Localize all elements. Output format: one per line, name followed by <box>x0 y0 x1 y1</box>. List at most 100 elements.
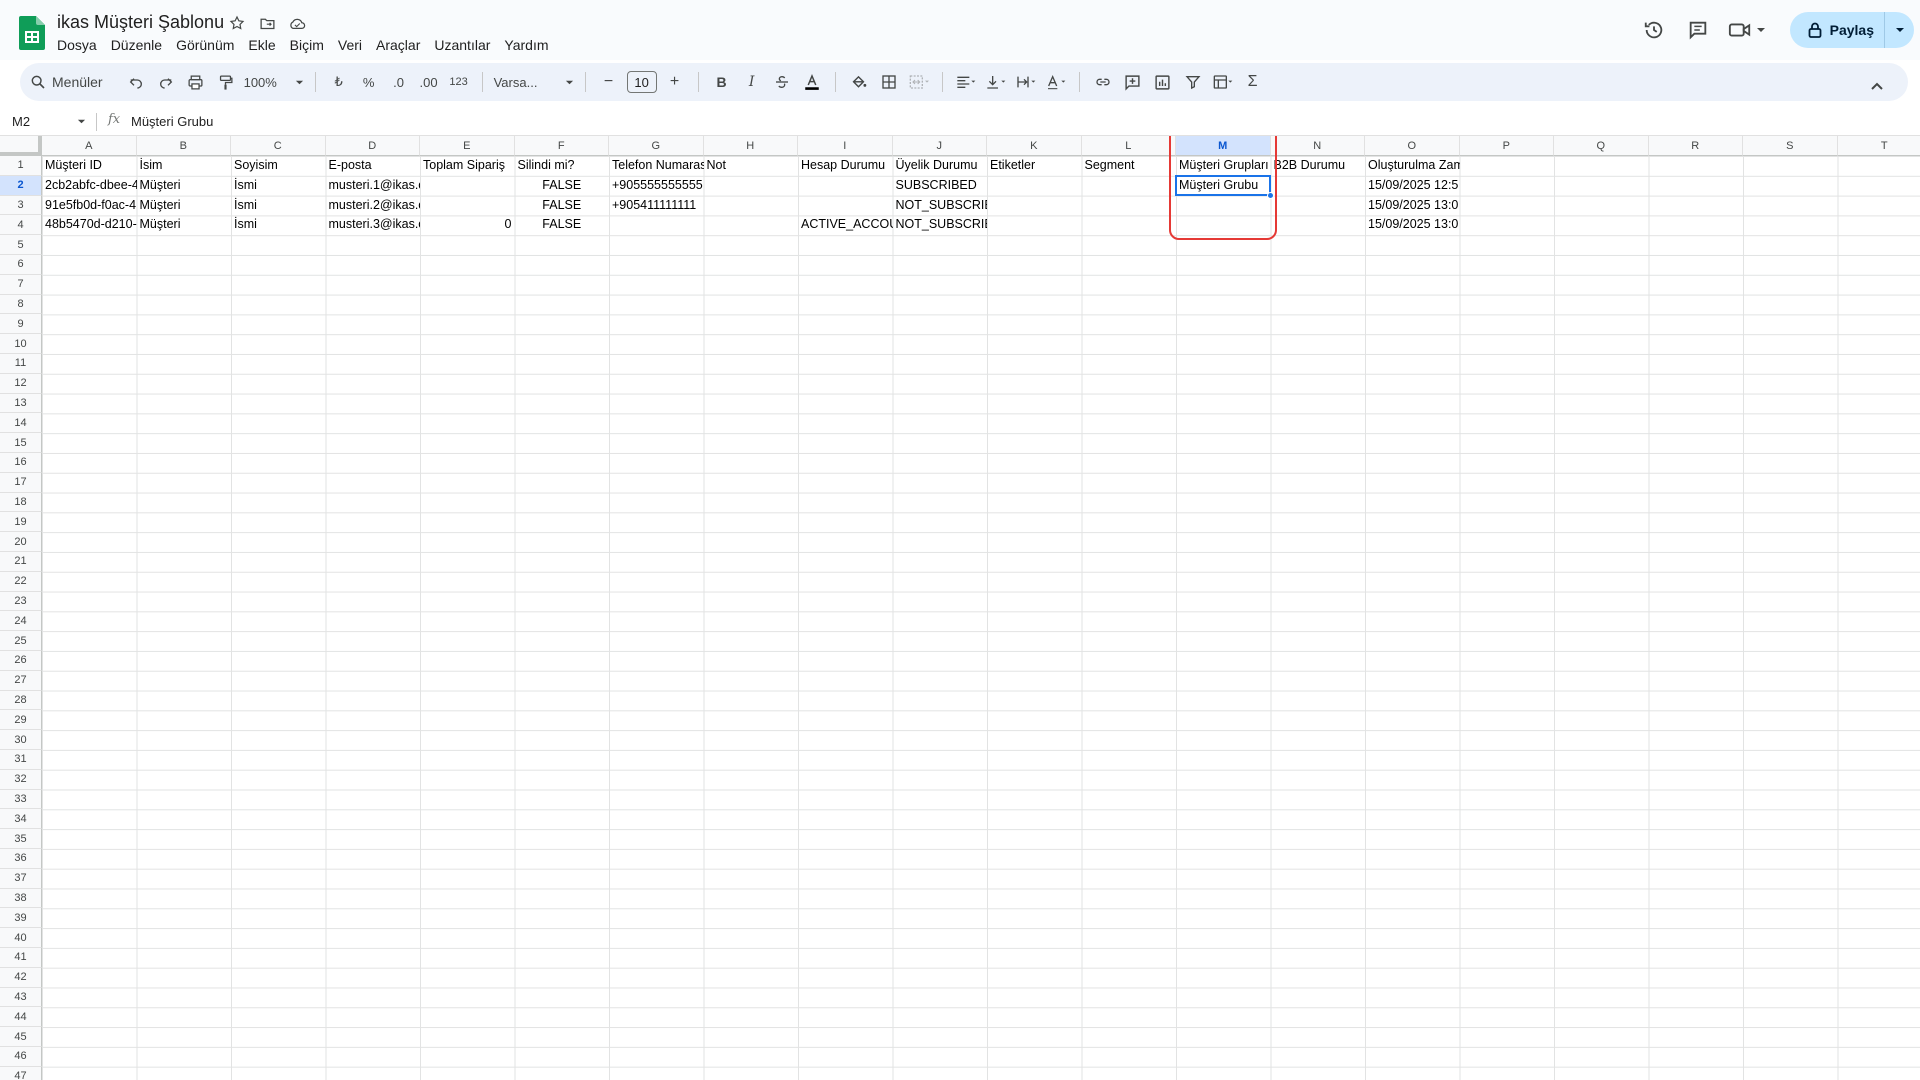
borders-icon[interactable] <box>877 68 901 96</box>
move-folder-icon[interactable] <box>258 14 276 32</box>
menu-tools[interactable]: Araçlar <box>369 37 427 53</box>
cell-area[interactable]: Müşteri ID İsim Soyisim E-posta Toplam Sipar… <box>42 156 1920 1080</box>
column-header-q[interactable]: Q <box>1554 136 1649 156</box>
row-header-9[interactable]: 9 <box>0 314 42 335</box>
bold-button[interactable]: B <box>710 68 734 96</box>
cell-f1[interactable]: Silindi mi? <box>515 156 610 176</box>
cell-b2[interactable]: Müşteri <box>137 176 232 196</box>
insert-comment-icon[interactable] <box>1121 68 1145 96</box>
redo-icon[interactable] <box>154 68 178 96</box>
star-icon[interactable] <box>228 14 246 32</box>
comments-icon[interactable] <box>1684 16 1712 44</box>
row-header-26[interactable]: 26 <box>0 651 42 671</box>
row-header-25[interactable]: 25 <box>0 631 42 651</box>
row-header-29[interactable]: 29 <box>0 710 42 731</box>
column-header-p[interactable]: P <box>1459 136 1554 156</box>
text-color-icon[interactable] <box>800 68 824 96</box>
insert-link-icon[interactable] <box>1091 68 1115 96</box>
column-header-l[interactable]: L <box>1081 136 1176 156</box>
row-header-28[interactable]: 28 <box>0 690 42 711</box>
formula-input[interactable]: Müşteri Grubu <box>131 114 213 129</box>
cell-a1[interactable]: Müşteri ID <box>42 156 137 176</box>
collapse-toolbar-icon[interactable] <box>1865 73 1889 101</box>
column-header-a[interactable]: A <box>42 136 137 156</box>
cell-o1[interactable]: Oluşturulma Zamanı <box>1365 156 1460 176</box>
cell-d3[interactable]: musteri.2@ikas.com <box>326 196 421 216</box>
cell-c1[interactable]: Soyisim <box>231 156 326 176</box>
row-header-5[interactable]: 5 <box>0 235 42 255</box>
vertical-align-icon[interactable] <box>984 68 1008 96</box>
horizontal-align-icon[interactable] <box>954 68 978 96</box>
row-header-4[interactable]: 4 <box>0 215 42 236</box>
cell-f4[interactable]: FALSE <box>515 215 610 235</box>
row-header-38[interactable]: 38 <box>0 888 42 909</box>
cell-j4[interactable]: NOT_SUBSCRIBED <box>893 215 988 235</box>
row-header-12[interactable]: 12 <box>0 373 42 394</box>
cell-l1[interactable]: Segment <box>1082 156 1177 176</box>
cell-b1[interactable]: İsim <box>137 156 232 176</box>
row-header-22[interactable]: 22 <box>0 571 42 592</box>
sheets-logo-icon[interactable] <box>19 16 45 50</box>
row-header-31[interactable]: 31 <box>0 750 42 770</box>
font-size-input[interactable]: 10 <box>626 71 657 93</box>
row-header-24[interactable]: 24 <box>0 611 42 632</box>
cell-k1[interactable]: Etiketler <box>987 156 1082 176</box>
menu-insert[interactable]: Ekle <box>241 37 282 53</box>
column-header-s[interactable]: S <box>1743 136 1838 156</box>
share-dropdown[interactable] <box>1884 12 1914 48</box>
name-box[interactable]: M2 <box>12 114 86 129</box>
meet-button[interactable] <box>1728 19 1766 41</box>
row-header-7[interactable]: 7 <box>0 274 42 295</box>
fill-color-icon[interactable] <box>847 68 871 96</box>
column-header-e[interactable]: E <box>420 136 515 156</box>
font-size-decrease-button[interactable]: − <box>597 68 621 96</box>
row-header-1[interactable]: 1 <box>0 156 42 176</box>
cell-g1[interactable]: Telefon Numarası <box>609 156 704 176</box>
cloud-status-icon[interactable] <box>288 14 306 32</box>
cell-b3[interactable]: Müşteri <box>137 196 232 216</box>
decrease-decimal-button[interactable]: .0 <box>387 68 411 96</box>
percent-format-button[interactable]: % <box>357 68 381 96</box>
cell-e1[interactable]: Toplam Sipariş <box>420 156 515 176</box>
cell-a2[interactable]: 2cb2abfc-dbee-4 <box>42 176 137 196</box>
row-header-39[interactable]: 39 <box>0 908 42 929</box>
share-button[interactable]: Paylaş <box>1789 12 1914 48</box>
menu-extensions[interactable]: Uzantılar <box>427 37 497 53</box>
row-header-47[interactable]: 47 <box>0 1066 42 1080</box>
row-header-14[interactable]: 14 <box>0 413 42 434</box>
row-header-19[interactable]: 19 <box>0 512 42 533</box>
row-header-46[interactable]: 46 <box>0 1047 42 1067</box>
row-header-8[interactable]: 8 <box>0 294 42 315</box>
column-header-i[interactable]: I <box>798 136 893 156</box>
cell-n1[interactable]: B2B Durumu <box>1271 156 1366 176</box>
row-header-37[interactable]: 37 <box>0 868 42 889</box>
row-header-27[interactable]: 27 <box>0 670 42 691</box>
row-header-23[interactable]: 23 <box>0 591 42 612</box>
cell-a4[interactable]: 48b5470d-d210- <box>42 215 137 235</box>
undo-icon[interactable] <box>124 68 148 96</box>
paint-format-icon[interactable] <box>214 68 238 96</box>
column-header-n[interactable]: N <box>1270 136 1365 156</box>
cell-h1[interactable]: Not <box>704 156 799 176</box>
column-header-c[interactable]: C <box>231 136 326 156</box>
column-header-f[interactable]: F <box>514 136 609 156</box>
cell-o3[interactable]: 15/09/2025 13:0 <box>1365 196 1460 216</box>
column-header-j[interactable]: J <box>892 136 987 156</box>
cell-i4[interactable]: ACTIVE_ACCOU <box>798 215 893 235</box>
print-icon[interactable] <box>184 68 208 96</box>
merge-cells-icon[interactable] <box>907 68 931 96</box>
cell-g2[interactable]: +905555555555 <box>609 176 704 196</box>
number-format-button[interactable]: 123 <box>447 68 471 96</box>
cell-b4[interactable]: Müşteri <box>137 215 232 235</box>
filter-icon[interactable] <box>1181 68 1205 96</box>
row-header-20[interactable]: 20 <box>0 532 42 552</box>
strikethrough-icon[interactable] <box>770 68 794 96</box>
row-header-34[interactable]: 34 <box>0 809 42 830</box>
cell-e4[interactable]: 0 <box>420 215 515 235</box>
row-header-36[interactable]: 36 <box>0 849 42 869</box>
cell-f2[interactable]: FALSE <box>515 176 610 196</box>
row-header-15[interactable]: 15 <box>0 433 42 453</box>
zoom-select[interactable]: 100% <box>244 68 304 96</box>
column-header-d[interactable]: D <box>325 136 420 156</box>
row-header-35[interactable]: 35 <box>0 829 42 849</box>
